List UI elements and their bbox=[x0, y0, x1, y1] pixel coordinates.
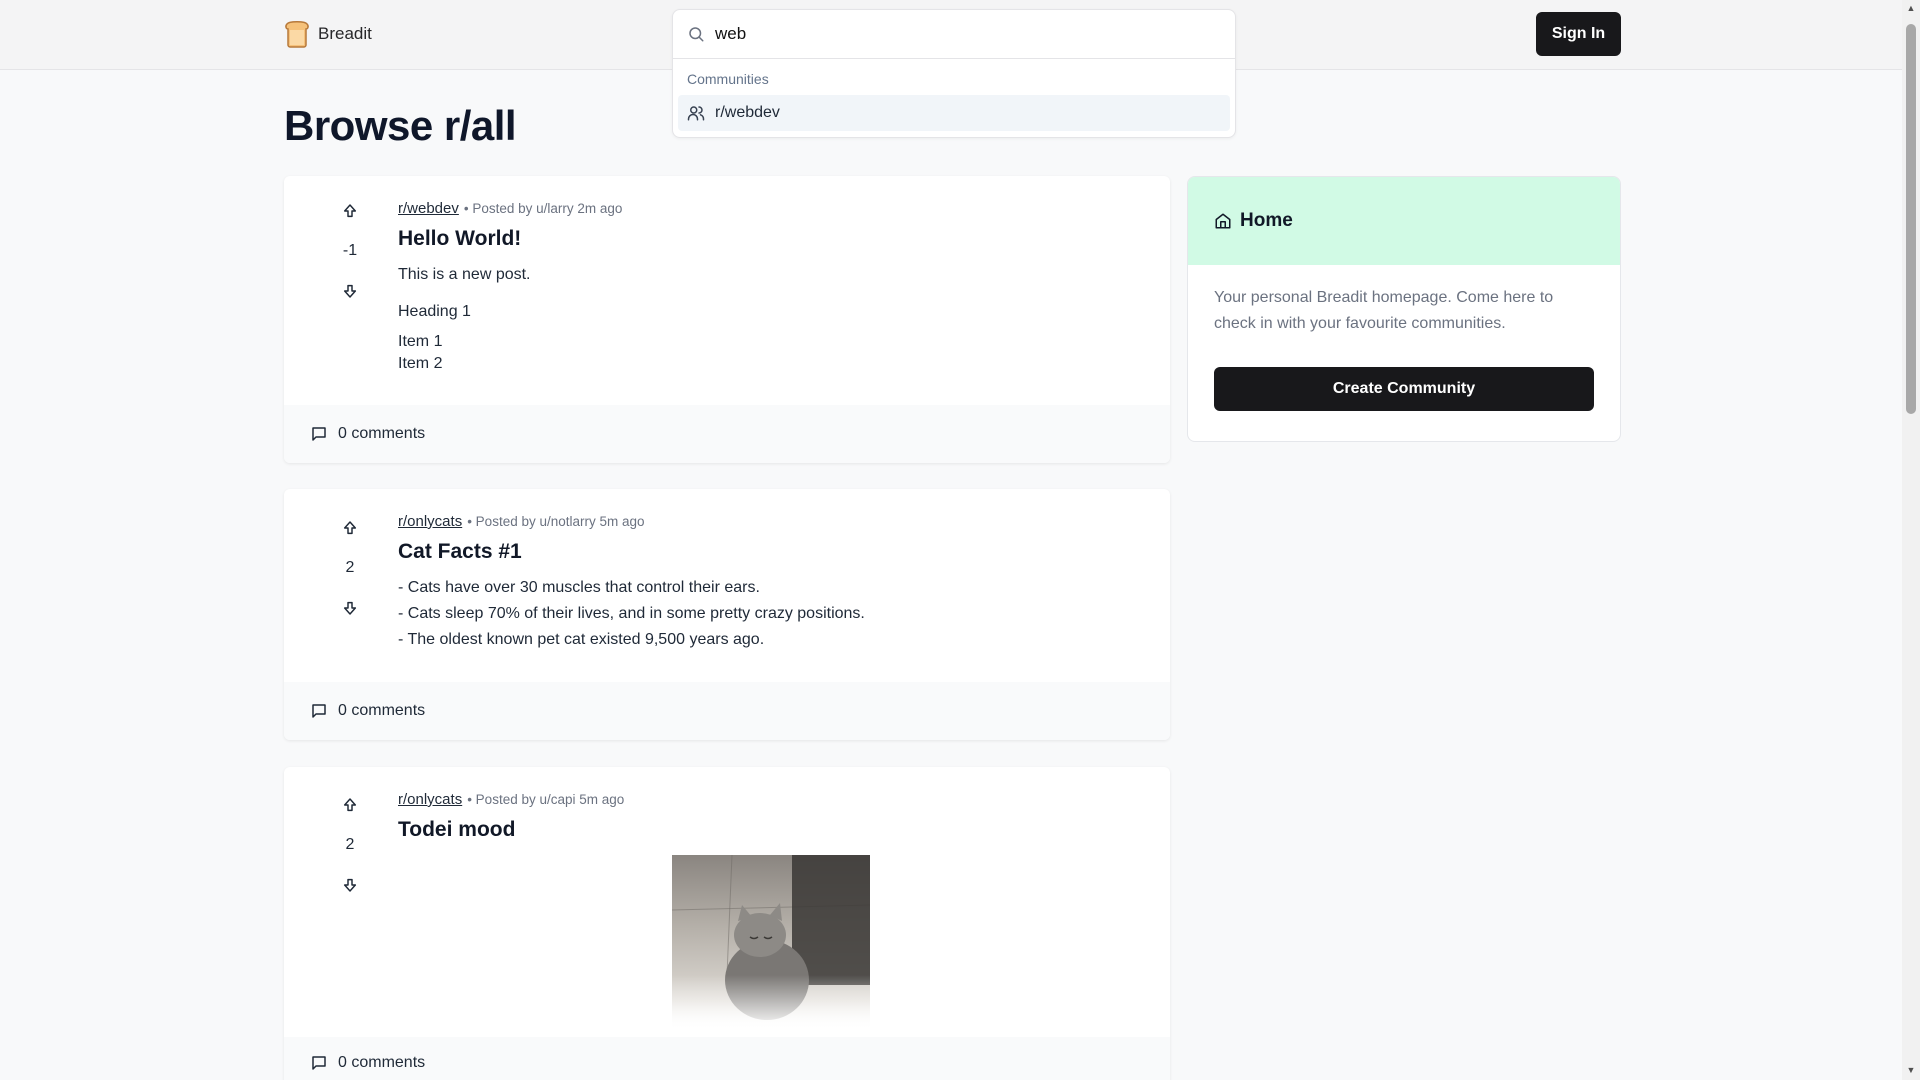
comments-link[interactable]: 0 comments bbox=[284, 405, 1170, 463]
post-image[interactable] bbox=[672, 855, 870, 1027]
home-icon bbox=[1215, 213, 1231, 229]
post-meta: r/onlycats • Posted by u/notlarry 5m ago bbox=[398, 513, 1150, 530]
arrow-down-icon bbox=[343, 284, 357, 298]
upvote-button[interactable] bbox=[338, 199, 362, 223]
comments-link[interactable]: 0 comments bbox=[284, 1037, 1170, 1080]
search-result-label: r/webdev bbox=[715, 104, 780, 121]
scroll-up-arrow-icon[interactable]: ▲ bbox=[1906, 2, 1916, 14]
search-bar bbox=[673, 10, 1235, 59]
sidebar-title: Home bbox=[1240, 210, 1293, 231]
post-meta: r/webdev • Posted by u/larry 2m ago bbox=[398, 200, 1150, 217]
arrow-up-icon bbox=[343, 798, 357, 812]
page-title: Browse r/all bbox=[284, 102, 517, 149]
search-result-community[interactable]: r/webdev bbox=[678, 95, 1230, 131]
vote-count: 2 bbox=[345, 559, 355, 576]
post-content: r/onlycats • Posted by u/notlarry 5m ago… bbox=[398, 513, 1150, 649]
sidebar-description: Your personal Breadit homepage. Come her… bbox=[1214, 289, 1554, 332]
post-content: r/onlycats • Posted by u/capi 5m ago Tod… bbox=[398, 791, 1150, 842]
subreddit-link[interactable]: r/onlycats bbox=[398, 791, 462, 808]
post-author-time: • Posted by u/larry 2m ago bbox=[463, 201, 623, 216]
search-results-dropdown: Communities r/webdev bbox=[673, 59, 1235, 137]
post-list-item: Item 1 bbox=[398, 333, 443, 350]
users-icon bbox=[687, 106, 705, 121]
upvote-button[interactable] bbox=[338, 516, 362, 540]
vote-count: 2 bbox=[345, 836, 355, 853]
home-logo-link[interactable]: Breadit bbox=[284, 20, 372, 48]
post-title[interactable]: Hello World! bbox=[398, 227, 1150, 251]
vote-panel: 2 bbox=[324, 516, 376, 620]
sign-in-button[interactable]: Sign In bbox=[1536, 12, 1621, 56]
post-paragraph: - Cats sleep 70% of their lives, and in … bbox=[398, 605, 865, 622]
comment-icon bbox=[312, 704, 326, 718]
home-sidebar-card: Home Your personal Breadit homepage. Com… bbox=[1187, 176, 1621, 442]
bread-logo-icon bbox=[285, 21, 309, 48]
post-meta: r/onlycats • Posted by u/capi 5m ago bbox=[398, 791, 1150, 808]
vote-panel: 2 bbox=[324, 793, 376, 897]
subreddit-link[interactable]: r/onlycats bbox=[398, 513, 462, 530]
comments-count: 0 comments bbox=[338, 1054, 426, 1071]
sidebar-header: Home bbox=[1188, 177, 1620, 265]
search-combobox: Communities r/webdev bbox=[672, 9, 1236, 138]
dropdown-heading-communities: Communities bbox=[687, 71, 769, 87]
scroll-down-arrow-icon[interactable]: ▼ bbox=[1906, 1064, 1916, 1076]
downvote-button[interactable] bbox=[338, 279, 362, 303]
post-paragraph: - Cats have over 30 muscles that control… bbox=[398, 579, 760, 596]
arrow-up-icon bbox=[343, 204, 357, 218]
vote-panel: -1 bbox=[324, 199, 376, 303]
post-author-time: • Posted by u/capi 5m ago bbox=[467, 792, 625, 807]
upvote-button[interactable] bbox=[338, 793, 362, 817]
downvote-button[interactable] bbox=[338, 596, 362, 620]
page-scrollbar[interactable]: ▲ ▼ bbox=[1902, 0, 1920, 1080]
arrow-down-icon bbox=[343, 878, 357, 892]
arrow-down-icon bbox=[343, 601, 357, 615]
comment-icon bbox=[312, 1056, 326, 1070]
post-paragraph: - The oldest known pet cat existed 9,500… bbox=[398, 631, 765, 648]
arrow-up-icon bbox=[343, 521, 357, 535]
post-title[interactable]: Todei mood bbox=[398, 818, 1150, 842]
post-title[interactable]: Cat Facts #1 bbox=[398, 540, 1150, 564]
search-input[interactable] bbox=[715, 24, 1221, 44]
cat-photo bbox=[672, 855, 870, 1027]
scrollbar-thumb[interactable] bbox=[1906, 24, 1916, 414]
vote-count: -1 bbox=[342, 242, 358, 259]
post-content: r/webdev • Posted by u/larry 2m ago Hell… bbox=[398, 200, 1150, 373]
comment-icon bbox=[312, 427, 326, 441]
post-list-item: Item 2 bbox=[398, 355, 443, 372]
post-paragraph: This is a new post. bbox=[398, 266, 531, 283]
post-heading: Heading 1 bbox=[398, 303, 471, 320]
post-card: 2 r/onlycats • Posted by u/notlarry 5m a… bbox=[284, 489, 1170, 740]
subreddit-link[interactable]: r/webdev bbox=[398, 200, 459, 217]
downvote-button[interactable] bbox=[338, 873, 362, 897]
comments-count: 0 comments bbox=[338, 702, 426, 719]
logo-text: Breadit bbox=[318, 24, 372, 43]
top-navbar: Breadit Communities r/webdev Sign In bbox=[0, 0, 1902, 138]
create-community-button[interactable]: Create Community bbox=[1214, 367, 1594, 411]
search-icon bbox=[689, 27, 704, 42]
post-author-time: • Posted by u/notlarry 5m ago bbox=[467, 514, 645, 529]
post-card: -1 r/webdev • Posted by u/larry 2m ago H… bbox=[284, 176, 1170, 463]
comments-count: 0 comments bbox=[338, 425, 426, 442]
comments-link[interactable]: 0 comments bbox=[284, 682, 1170, 740]
